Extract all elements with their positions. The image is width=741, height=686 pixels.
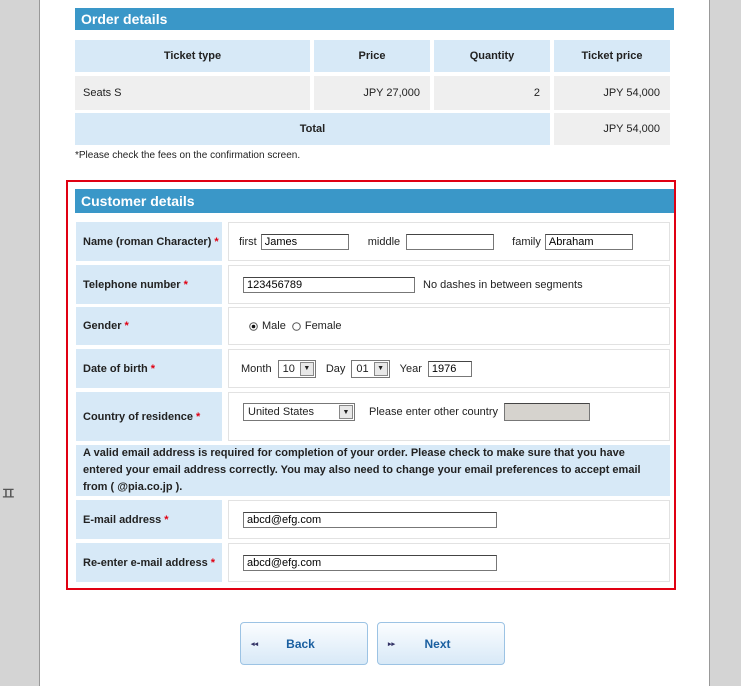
country-select[interactable]: United States ▼ xyxy=(243,403,355,421)
month-select[interactable]: 10 ▼ xyxy=(277,359,316,378)
gender-label: Gender * xyxy=(76,307,222,345)
dropdown-arrow-icon[interactable]: ▼ xyxy=(373,361,388,376)
gender-male-label: Male xyxy=(262,320,286,332)
dropdown-arrow-icon[interactable]: ▼ xyxy=(339,405,353,419)
gender-female-label: Female xyxy=(304,320,342,332)
total-label: Total xyxy=(75,113,550,145)
email-confirm-label: Re-enter e-mail address * xyxy=(76,543,222,582)
back-arrow-icon: ◂◂ xyxy=(251,640,259,648)
col-ticket-price: Ticket price xyxy=(554,40,670,72)
email-input[interactable] xyxy=(243,511,497,528)
dropdown-arrow-icon[interactable]: ▼ xyxy=(299,361,314,376)
month-label: Month xyxy=(241,362,272,375)
col-ticket-type: Ticket type xyxy=(75,40,310,72)
telephone-input[interactable] xyxy=(243,276,415,293)
email-notice: A valid email address is required for co… xyxy=(76,445,670,496)
other-country-label: Please enter other country xyxy=(369,406,499,418)
day-label: Day xyxy=(325,362,346,375)
dob-label: Date of birth * xyxy=(76,349,222,388)
col-quantity: Quantity xyxy=(434,40,550,72)
radio-unchecked-icon[interactable] xyxy=(292,321,301,331)
gender-female-option[interactable]: Female xyxy=(292,320,342,332)
fees-note: *Please check the fees on the confirmati… xyxy=(75,150,301,161)
other-country-input[interactable] xyxy=(504,403,591,421)
email-fields xyxy=(228,500,670,539)
name-label: Name (roman Character) * xyxy=(76,222,222,261)
day-select[interactable]: 01 ▼ xyxy=(351,359,390,378)
row-price: JPY 27,000 xyxy=(314,76,430,110)
first-name-label: first xyxy=(239,235,257,248)
country-label: Country of residence * xyxy=(76,392,222,441)
dob-fields: Month 10 ▼ Day 01 ▼ Year xyxy=(228,349,670,388)
next-arrow-icon: ▸▸ xyxy=(388,640,396,648)
country-fields: United States ▼ Please enter other countr… xyxy=(228,392,670,441)
order-details-heading: Order details xyxy=(75,8,674,30)
gender-fields: Male Female xyxy=(228,307,670,345)
email-confirm-fields xyxy=(228,543,670,582)
back-button-label: Back xyxy=(286,636,315,651)
next-button[interactable]: ▸▸ Next xyxy=(377,622,505,665)
name-fields: first middle family xyxy=(228,222,670,261)
col-price: Price xyxy=(314,40,430,72)
middle-name-label: middle xyxy=(367,235,401,248)
email-confirm-input[interactable] xyxy=(243,554,497,571)
year-input[interactable] xyxy=(427,360,472,377)
total-value: JPY 54,000 xyxy=(554,113,670,145)
next-button-label: Next xyxy=(424,636,451,651)
row-ticket-price: JPY 54,000 xyxy=(554,76,670,110)
back-button[interactable]: ◂◂ Back xyxy=(240,622,368,665)
first-name-input[interactable] xyxy=(260,233,349,250)
family-name-input[interactable] xyxy=(544,233,633,250)
radio-checked-icon[interactable] xyxy=(249,321,258,331)
telephone-fields: No dashes in between segments xyxy=(228,265,670,304)
telephone-hint: No dashes in between segments xyxy=(423,278,583,291)
gender-male-option[interactable]: Male xyxy=(249,320,286,332)
family-name-label: family xyxy=(512,235,541,248)
customer-details-heading: Customer details xyxy=(75,189,674,213)
year-label: Year xyxy=(399,362,422,375)
row-ticket-type: Seats S xyxy=(75,76,310,110)
middle-name-input[interactable] xyxy=(406,233,495,250)
telephone-label: Telephone number * xyxy=(76,265,222,304)
email-label: E-mail address * xyxy=(76,500,222,539)
side-glyph: ㅍ xyxy=(0,484,17,504)
row-quantity: 2 xyxy=(434,76,550,110)
